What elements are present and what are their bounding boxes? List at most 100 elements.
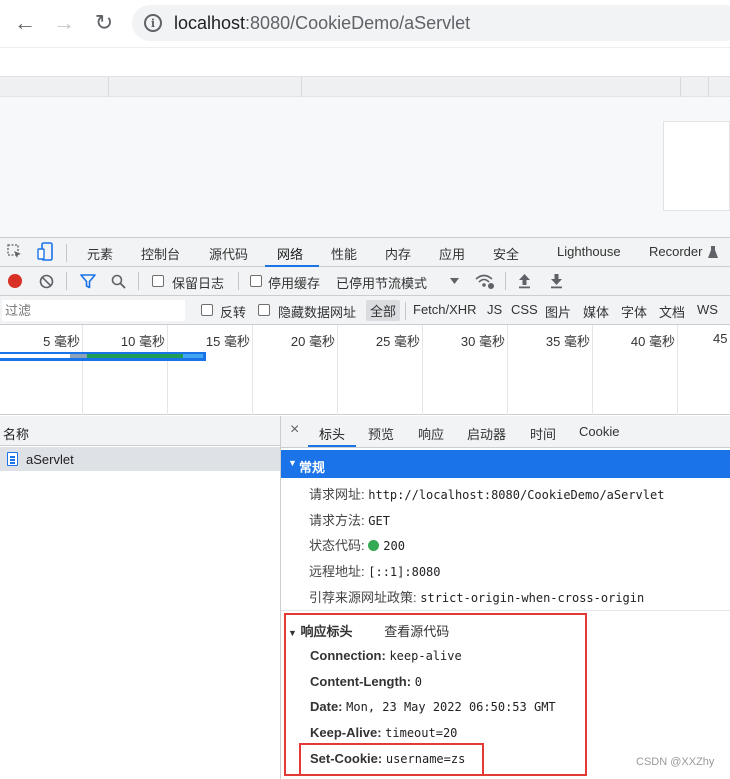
tab-initiator[interactable]: 启动器 — [467, 424, 506, 443]
inspect-element-icon[interactable] — [7, 244, 23, 260]
tab-cookies[interactable]: Cookie — [579, 424, 619, 439]
grid-line — [677, 325, 678, 415]
experimental-flask-icon — [708, 246, 718, 258]
tab-headers[interactable]: 标头 — [319, 424, 345, 443]
table-row[interactable]: aServlet — [0, 447, 280, 471]
column-header-name[interactable]: 名称 — [3, 424, 29, 443]
details-tabbar: × 标头 预览 响应 启动器 时间 Cookie — [281, 416, 730, 448]
filter-icon[interactable] — [80, 274, 96, 289]
header-value: GET — [368, 514, 390, 528]
search-icon[interactable] — [111, 274, 126, 289]
import-har-icon[interactable] — [518, 273, 531, 289]
tab-lighthouse[interactable]: Lighthouse — [557, 244, 621, 259]
filter-type-img[interactable]: 图片 — [545, 302, 571, 321]
disable-cache-checkbox[interactable] — [250, 275, 262, 287]
forward-icon[interactable]: → — [49, 8, 79, 38]
filter-type-js[interactable]: JS — [487, 302, 502, 317]
grid-line — [252, 325, 253, 415]
network-conditions-icon[interactable] — [475, 273, 495, 290]
export-har-icon[interactable] — [550, 273, 563, 289]
filter-type-font[interactable]: 字体 — [621, 302, 647, 321]
tab-timing[interactable]: 时间 — [530, 424, 556, 443]
tab-network[interactable]: 网络 — [277, 244, 303, 263]
tab-response[interactable]: 响应 — [418, 424, 444, 443]
tab-elements[interactable]: 元素 — [87, 244, 113, 263]
site-info-icon[interactable]: i — [144, 14, 162, 32]
request-details: × 标头 预览 响应 启动器 时间 Cookie ▼ 常规 请求网址: http… — [281, 416, 730, 779]
timeline-tick: 15 毫秒 — [205, 334, 250, 349]
filter-type-all[interactable]: 全部 — [366, 300, 401, 321]
general-section-header[interactable]: ▼ 常规 — [281, 450, 730, 478]
record-stop-icon[interactable] — [8, 274, 22, 288]
close-icon[interactable]: × — [290, 421, 299, 439]
tab-preview[interactable]: 预览 — [368, 424, 394, 443]
set-cookie-highlight — [299, 743, 484, 776]
devtools-tabbar: 元素 控制台 源代码 网络 性能 内存 应用 安全 Lighthouse Rec… — [0, 237, 730, 267]
timeline-tick: 40 毫秒 — [630, 334, 675, 349]
url-text[interactable]: localhost:8080/CookieDemo/aServlet — [174, 13, 470, 34]
reload-icon[interactable]: ↻ — [89, 8, 119, 38]
filter-input[interactable] — [2, 300, 185, 321]
tab-recorder[interactable]: Recorder — [649, 244, 702, 259]
invert-label: 反转 — [220, 305, 247, 320]
filter-type-media[interactable]: 媒体 — [583, 302, 609, 321]
request-name[interactable]: aServlet — [26, 452, 74, 467]
hide-data-urls-label: 隐藏数据网址 — [278, 305, 357, 320]
filter-type-fetch-xhr[interactable]: Fetch/XHR — [413, 302, 477, 317]
header-key: 状态代码: — [309, 538, 365, 553]
filter-type-ws[interactable]: WS — [697, 302, 718, 317]
timeline-tick: 45 — [713, 331, 728, 346]
divider — [405, 302, 406, 320]
divider — [301, 77, 302, 97]
divider — [680, 77, 681, 97]
tab-console[interactable]: 控制台 — [141, 244, 180, 263]
device-toolbar-icon[interactable] — [37, 242, 55, 262]
header-value: 200 — [383, 539, 405, 553]
watermark: CSDN @XXZhy — [636, 756, 715, 768]
filter-type-css[interactable]: CSS — [511, 302, 538, 317]
divider — [238, 272, 239, 290]
chevron-down-icon[interactable] — [450, 278, 459, 284]
grid-line — [167, 325, 168, 415]
network-timeline[interactable]: 5 毫秒 10 毫秒 15 毫秒 20 毫秒 25 毫秒 30 毫秒 35 毫秒… — [0, 325, 730, 415]
back-icon[interactable]: ← — [10, 8, 40, 38]
page-box — [663, 121, 730, 211]
preserve-log-checkbox[interactable] — [152, 275, 164, 287]
active-tab-indicator — [308, 445, 356, 447]
preserve-log-label: 保留日志 — [172, 276, 225, 291]
address-bar[interactable]: i localhost:8080/CookieDemo/aServlet — [132, 5, 730, 41]
timeline-tick: 35 毫秒 — [545, 334, 590, 349]
grid-line — [507, 325, 508, 415]
section-title: 常规 — [299, 460, 326, 475]
divider — [505, 272, 506, 290]
tab-memory[interactable]: 内存 — [385, 244, 411, 263]
waterfall-bar — [0, 352, 206, 361]
header-key: 请求方法: — [309, 513, 365, 528]
filter-bar: 反转 隐藏数据网址 全部 Fetch/XHR JS CSS 图片 媒体 字体 文… — [0, 296, 730, 325]
tab-application[interactable]: 应用 — [439, 244, 465, 263]
browser-toolbar: ← → ↻ i localhost:8080/CookieDemo/aServl… — [0, 0, 730, 47]
timeline-tick: 30 毫秒 — [460, 334, 505, 349]
request-list-header: 名称 — [0, 416, 280, 446]
invert-checkbox[interactable] — [201, 304, 213, 316]
status-ok-icon — [368, 540, 380, 551]
header-value: [::1]:8080 — [368, 565, 441, 579]
filter-type-doc[interactable]: 文档 — [659, 302, 685, 321]
general-row: 引荐来源网址政策: strict-origin-when-cross-origi… — [309, 587, 644, 606]
timeline-tick: 10 毫秒 — [120, 334, 165, 349]
general-row: 状态代码: 200 — [309, 535, 405, 554]
general-row: 请求方法: GET — [309, 510, 390, 529]
hide-data-urls-checkbox[interactable] — [258, 304, 270, 316]
tab-sources[interactable]: 源代码 — [209, 244, 248, 263]
document-icon — [7, 452, 18, 466]
grid-line — [422, 325, 423, 415]
divider — [138, 272, 139, 290]
clear-icon[interactable] — [39, 274, 54, 289]
throttling-select[interactable]: 已停用节流模式 — [336, 273, 427, 292]
tab-performance[interactable]: 性能 — [331, 244, 357, 263]
tab-security[interactable]: 安全 — [493, 244, 519, 263]
timeline-tick: 5 毫秒 — [43, 334, 80, 349]
page-content — [0, 77, 730, 237]
bookmarks-bar — [0, 47, 730, 77]
header-key: 远程地址: — [309, 564, 365, 579]
